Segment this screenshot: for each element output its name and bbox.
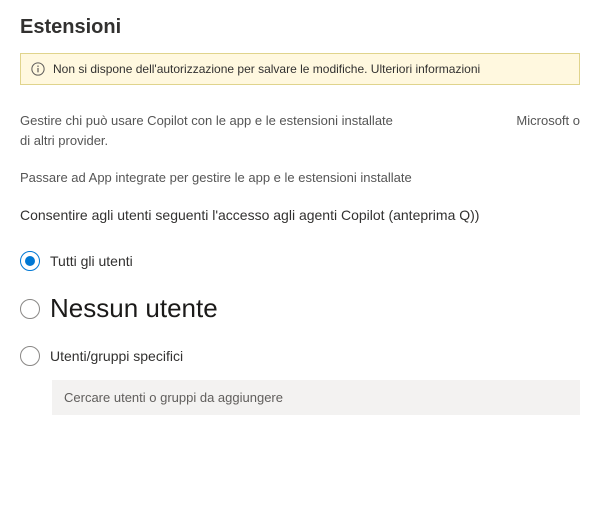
radio-specific-users-label: Utenti/gruppi specifici [50, 348, 183, 364]
radio-no-users-label: Nessun utente [50, 293, 218, 324]
description-line1-right: Microsoft o [504, 111, 580, 131]
radio-indicator [20, 346, 40, 366]
info-icon [31, 62, 45, 76]
radio-all-users[interactable]: Tutti gli utenti [20, 251, 580, 271]
integrated-apps-hint: Passare ad App integrate per gestire le … [20, 170, 580, 185]
radio-specific-users[interactable]: Utenti/gruppi specifici [20, 346, 580, 366]
radio-no-users[interactable]: Nessun utente [20, 293, 580, 324]
radio-dot [25, 256, 35, 266]
radio-all-users-label: Tutti gli utenti [50, 253, 133, 269]
description-line2: di altri provider. [20, 131, 580, 151]
description-block: Gestire chi può usare Copilot con le app… [20, 111, 580, 150]
access-section-label: Consentire agli utenti seguenti l'access… [20, 207, 580, 223]
user-group-search-input[interactable]: Cercare utenti o gruppi da aggiungere [52, 380, 580, 415]
radio-indicator [20, 299, 40, 319]
access-radio-group: Tutti gli utenti Nessun utente Utenti/gr… [20, 251, 580, 380]
page-title: Estensioni [20, 16, 580, 39]
permission-warning-banner: Non si dispone dell'autorizzazione per s… [20, 53, 580, 85]
radio-indicator-selected [20, 251, 40, 271]
permission-warning-text: Non si dispone dell'autorizzazione per s… [53, 62, 480, 76]
description-line1-left: Gestire chi può usare Copilot con le app… [20, 111, 393, 131]
